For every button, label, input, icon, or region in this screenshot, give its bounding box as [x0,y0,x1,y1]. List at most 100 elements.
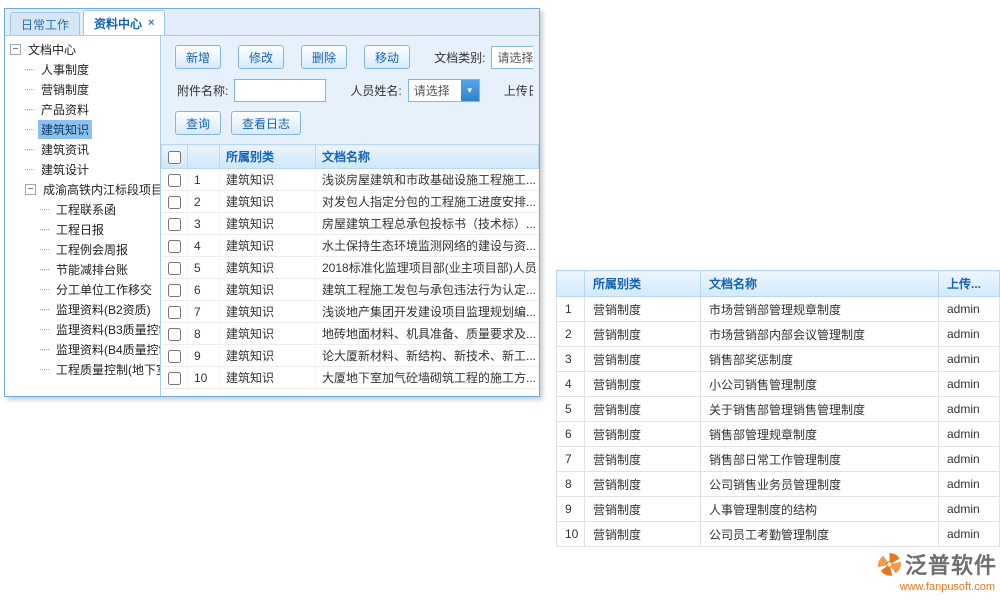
upload-date-label: 上传日期 [504,82,533,99]
tree-node[interactable]: −文档中心 [5,39,160,59]
brand-url[interactable]: www.fanpusoft.com [900,581,995,593]
tree-node[interactable]: 建筑知识 [5,119,160,139]
tree-connector [40,209,49,210]
tree-node-label[interactable]: 成渝高铁内江标段项目 [40,180,160,199]
dropdown-arrow-icon[interactable]: ▼ [461,80,479,101]
row-category: 建筑知识 [220,345,316,367]
table-row[interactable]: 3建筑知识房屋建筑工程总承包投标书（技术标）... [162,213,539,235]
row-checkbox[interactable] [168,240,181,253]
tree-node-label[interactable]: 监理资料(B3质量控制) [53,320,160,339]
tree-node-label[interactable]: 节能减排台账 [53,260,131,279]
category-column-header[interactable]: 所属别类 [220,145,316,169]
row-checkbox[interactable] [168,262,181,275]
row-checkbox[interactable] [168,174,181,187]
docname-column-header[interactable]: 文档名称 [316,145,539,169]
table-row[interactable]: 6建筑知识建筑工程施工发包与承包违法行为认定... [162,279,539,301]
view-log-button[interactable]: 查看日志 [231,111,301,135]
table-row[interactable]: 10建筑知识大厦地下室加气砼墙砌筑工程的施工方... [162,367,539,389]
table-row[interactable]: 3营销制度销售部奖惩制度admin [557,347,1000,372]
tree-node-label[interactable]: 建筑资讯 [38,140,92,159]
tree-connector [25,129,34,130]
table-row[interactable]: 8营销制度公司销售业务员管理制度admin [557,472,1000,497]
query-button[interactable]: 查询 [175,111,221,135]
row-checkbox[interactable] [168,284,181,297]
tree-node[interactable]: 产品资料 [5,99,160,119]
row-category: 营销制度 [585,447,701,472]
tree-node[interactable]: 建筑设计 [5,159,160,179]
tree-node-label[interactable]: 监理资料(B2资质) [53,300,154,319]
row-number: 7 [188,301,220,323]
table-row[interactable]: 9营销制度人事管理制度的结构admin [557,497,1000,522]
row-checkbox[interactable] [168,328,181,341]
tree-node[interactable]: 分工单位工作移交 [5,279,160,299]
modify-button[interactable]: 修改 [238,45,284,69]
table-row[interactable]: 4营销制度小公司销售管理制度admin [557,372,1000,397]
add-button[interactable]: 新增 [175,45,221,69]
tree-node-label[interactable]: 营销制度 [38,80,92,99]
table-row[interactable]: 7建筑知识浅谈地产集团开发建设项目监理规划编... [162,301,539,323]
tab-data-center[interactable]: 资料中心 × [83,10,165,35]
tree-node[interactable]: 监理资料(B4质量控制) [5,339,160,359]
tree-node-label[interactable]: 工程例会周报 [53,240,131,259]
table-row[interactable]: 8建筑知识地砖地面材料、机具准备、质量要求及... [162,323,539,345]
close-icon[interactable]: × [148,17,154,29]
table-row[interactable]: 2营销制度市场营销部内部会议管理制度admin [557,322,1000,347]
tree-node[interactable]: 人事制度 [5,59,160,79]
marketing-table-body: 1营销制度市场营销部管理规章制度admin2营销制度市场营销部内部会议管理制度a… [557,297,1000,547]
tree-node-label[interactable]: 建筑设计 [38,160,92,179]
delete-button[interactable]: 删除 [301,45,347,69]
table-row[interactable]: 5营销制度关于销售部管理销售管理制度admin [557,397,1000,422]
tree-node-label[interactable]: 工程联系函 [53,200,119,219]
tree-node-label[interactable]: 人事制度 [38,60,92,79]
tree-node[interactable]: 营销制度 [5,79,160,99]
select-all-checkbox[interactable] [168,151,181,164]
row-uploader: admin [939,522,1000,547]
table-row[interactable]: 6营销制度销售部管理规章制度admin [557,422,1000,447]
row-category: 营销制度 [585,297,701,322]
category-column-header[interactable]: 所属别类 [585,271,701,297]
tree-node-label[interactable]: 文档中心 [25,40,79,59]
collapse-icon[interactable]: − [25,184,36,195]
tree-node[interactable]: 监理资料(B3质量控制) [5,319,160,339]
marketing-table-window: 所属别类 文档名称 上传... 1营销制度市场营销部管理规章制度admin2营销… [556,270,1000,548]
tree-node[interactable]: 工程质量控制(地下室) [5,359,160,379]
tab-daily-work[interactable]: 日常工作 [10,12,80,35]
row-checkbox[interactable] [168,350,181,363]
tree-node[interactable]: 监理资料(B2资质) [5,299,160,319]
tree-node-label[interactable]: 工程日报 [53,220,107,239]
table-row[interactable]: 5建筑知识2018标准化监理项目部(业主项目部)人员... [162,257,539,279]
row-checkbox[interactable] [168,196,181,209]
table-row[interactable]: 10营销制度公司员工考勤管理制度admin [557,522,1000,547]
tree-node[interactable]: 工程日报 [5,219,160,239]
table-row[interactable]: 1营销制度市场营销部管理规章制度admin [557,297,1000,322]
tree-node[interactable]: 建筑资讯 [5,139,160,159]
table-row[interactable]: 7营销制度销售部日常工作管理制度admin [557,447,1000,472]
tree-node-label[interactable]: 工程质量控制(地下室) [53,360,160,379]
tree-node-label[interactable]: 产品资料 [38,100,92,119]
row-checkbox[interactable] [168,306,181,319]
docname-column-header[interactable]: 文档名称 [701,271,939,297]
table-row[interactable]: 1建筑知识浅谈房屋建筑和市政基础设施工程施工... [162,169,539,191]
attachment-input[interactable] [234,79,326,102]
table-row[interactable]: 9建筑知识论大厦新材料、新结构、新技术、新工... [162,345,539,367]
collapse-icon[interactable]: − [10,44,21,55]
row-category: 建筑知识 [220,257,316,279]
table-row[interactable]: 2建筑知识对发包人指定分包的工程施工进度安排... [162,191,539,213]
table-row[interactable]: 4建筑知识水土保持生态环境监测网络的建设与资... [162,235,539,257]
uploader-column-header[interactable]: 上传... [939,271,1000,297]
row-category: 建筑知识 [220,367,316,389]
move-button[interactable]: 移动 [364,45,410,69]
tab-daily-work-label: 日常工作 [21,16,69,33]
row-checkbox[interactable] [168,218,181,231]
tree-node[interactable]: 工程例会周报 [5,239,160,259]
row-checkbox[interactable] [168,372,181,385]
doc-category-select[interactable]: 请选择 ▼ [491,46,533,69]
tree-node[interactable]: 节能减排台账 [5,259,160,279]
row-category: 建筑知识 [220,279,316,301]
tree-node[interactable]: −成渝高铁内江标段项目 [5,179,160,199]
person-select[interactable]: 请选择 ▼ [408,79,480,102]
tree-node-label[interactable]: 建筑知识 [38,120,92,139]
tree-node[interactable]: 工程联系函 [5,199,160,219]
tree-node-label[interactable]: 监理资料(B4质量控制) [53,340,160,359]
tree-node-label[interactable]: 分工单位工作移交 [53,280,155,299]
